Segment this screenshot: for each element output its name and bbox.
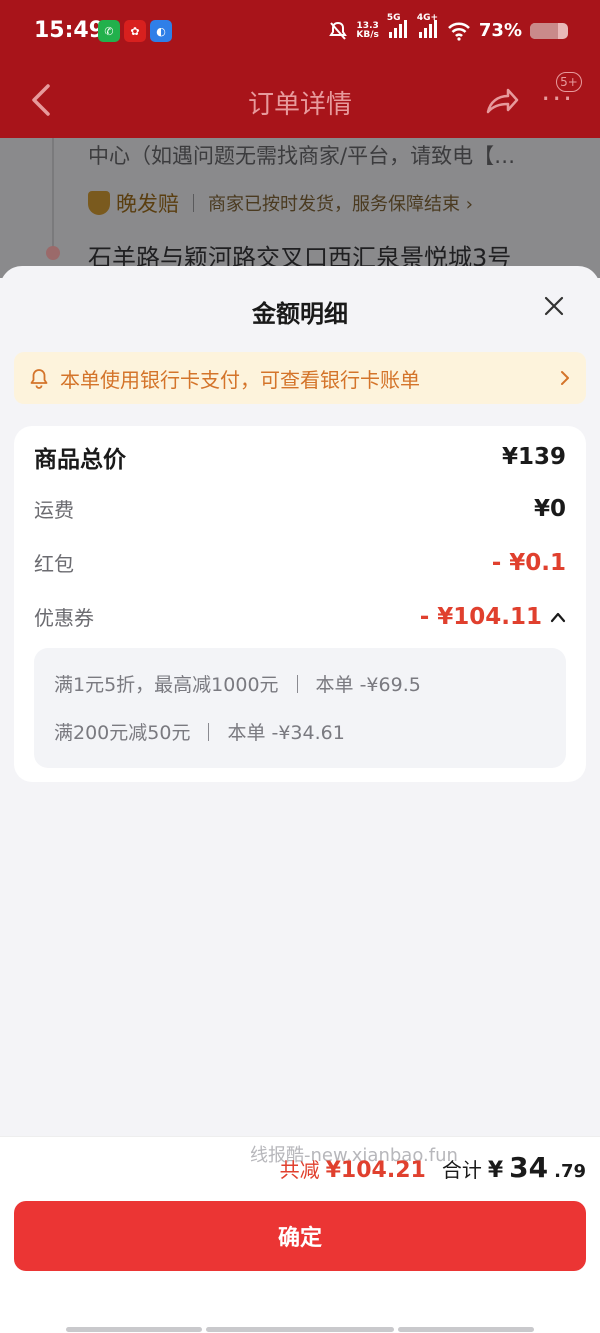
order-details-underlay: 中心（如遇问题无需找商家/平台，请致电【… 晚发赔 商家已按时发货，服务保障结束… (0, 138, 600, 278)
coupon-rule: 满200元减50元 (54, 722, 191, 744)
chevron-right-icon (561, 371, 569, 385)
coupon-applied: 本单 -¥34.61 (227, 722, 345, 744)
chevron-up-icon[interactable] (550, 611, 566, 623)
nav-bar: 订单详情 ··· 5+ (0, 64, 600, 138)
shield-icon (88, 191, 110, 215)
row-red-packet: 红包 - ¥0.1 (34, 548, 566, 577)
net-speed: 13.3 KB/s (356, 20, 379, 40)
coupon-rule: 满1元5折，最高减1000元 (54, 674, 279, 696)
coupon-label: 优惠券 (34, 606, 94, 630)
saved-label: 共减 (279, 1158, 320, 1182)
row-coupon[interactable]: 优惠券 - ¥104.11 (34, 602, 566, 631)
amount-card: 商品总价 ¥139 运费 ¥0 红包 - ¥0.1 优惠券 - ¥104.11 … (14, 426, 586, 782)
timeline-dot (46, 246, 60, 260)
total-integer: 34 (509, 1151, 549, 1184)
nav-gesture-bar (206, 1327, 394, 1332)
coupon-breakdown: 满1元5折，最高减1000元 本单 -¥69.5 满200元减50元 本单 -¥… (34, 648, 566, 768)
nav-gesture-bar (66, 1327, 202, 1332)
top-bar: 15:49 ✆ ✿ ◐ 13.3 KB/s 5G 4G+ 73% 订单详情 ··… (0, 0, 600, 138)
status-right: 13.3 KB/s 5G 4G+ 73% (328, 14, 568, 43)
divider (296, 674, 298, 693)
total-label: 合计 (441, 1158, 482, 1182)
close-icon[interactable] (542, 294, 566, 318)
sheet-title: 金额明细 (252, 300, 348, 328)
goods-total-value: ¥139 (501, 444, 566, 470)
red-packet-label: 红包 (34, 552, 74, 576)
goods-total-label: 商品总价 (34, 447, 126, 473)
app-icon: ◐ (150, 20, 172, 42)
bottom-bar: 线报酷-new.xianbao.fun 共减 ¥104.21 合计 ¥34.79… (0, 1136, 600, 1333)
coupon-value-group[interactable]: - ¥104.11 (420, 604, 566, 630)
coupon-item: 满1元5折，最高减1000元 本单 -¥69.5 (54, 670, 421, 697)
nav-gesture-bar (398, 1327, 534, 1332)
bank-card-notice[interactable]: 本单使用银行卡支付，可查看银行卡账单 (14, 352, 586, 404)
saved-value: ¥104.21 (325, 1158, 426, 1183)
signal-5g-icon: 5G (387, 14, 409, 43)
battery-percent: 73% (478, 20, 522, 41)
row-goods-total: 商品总价 ¥139 (34, 440, 566, 474)
totals: 共减 ¥104.21 合计 ¥34.79 (280, 1151, 586, 1184)
late-compensation-status: 商家已按时发货，服务保障结束 › (208, 194, 473, 215)
late-compensation-label: 晚发赔 (116, 192, 179, 216)
coupon-applied: 本单 -¥69.5 (315, 674, 421, 696)
mute-bell-icon (329, 21, 348, 40)
confirm-button[interactable]: 确定 (14, 1201, 586, 1271)
row-shipping: 运费 ¥0 (34, 494, 566, 523)
shipping-label: 运费 (34, 498, 74, 522)
divider (208, 722, 210, 741)
status-bar: 15:49 ✆ ✿ ◐ 13.3 KB/s 5G 4G+ 73% (0, 0, 600, 64)
wifi-icon (448, 22, 470, 41)
divider (193, 194, 194, 212)
total-currency: ¥ (487, 1158, 504, 1183)
notice-text: 本单使用银行卡支付，可查看银行卡账单 (60, 367, 420, 392)
logistics-text: 中心（如遇问题无需找商家/平台，请致电【… (88, 144, 516, 168)
notification-badge: 5+ (556, 72, 582, 92)
wechat-icon: ✆ (98, 20, 120, 42)
bell-icon (30, 369, 48, 389)
battery-icon (530, 22, 568, 39)
coupon-item: 满200元减50元 本单 -¥34.61 (54, 718, 345, 745)
shipping-value: ¥0 (533, 495, 566, 522)
status-time: 15:49 (34, 18, 105, 43)
red-packet-value: - ¥0.1 (491, 549, 566, 576)
total-decimal: .79 (554, 1161, 586, 1182)
timeline-line (52, 138, 54, 248)
share-icon[interactable] (484, 82, 520, 118)
coupon-value: - ¥104.11 (419, 603, 542, 630)
tmall-icon: ✿ (124, 20, 146, 42)
late-compensation-row: 晚发赔 商家已按时发货，服务保障结束 › (88, 188, 473, 218)
signal-4g-icon: 4G+ (417, 14, 439, 43)
